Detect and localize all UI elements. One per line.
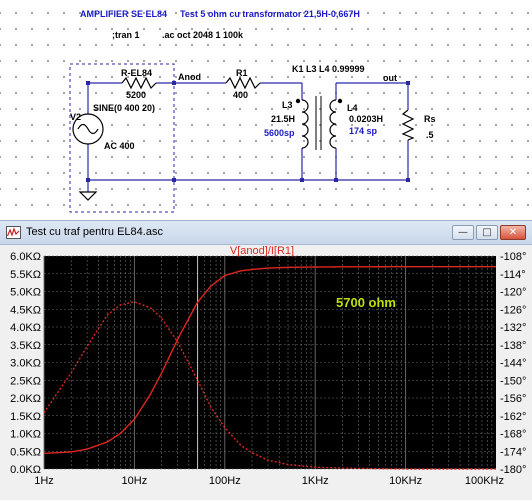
- y-left-tick-label: 4.0KΩ: [10, 322, 41, 334]
- ground-icon: [78, 191, 98, 201]
- window-title: Test cu traf pentru EL84.asc: [26, 226, 163, 238]
- r1-value: 400: [233, 90, 249, 100]
- l3-value: 21.5H: [271, 114, 296, 124]
- y-left-tick-label: 3.5KΩ: [10, 340, 41, 352]
- schematic-canvas[interactable]: AMPLIFIER SE EL84 Test 5 ohm cu transfor…: [0, 0, 532, 218]
- y-right-tick-label: -156°: [500, 393, 526, 405]
- window-titlebar[interactable]: Test cu traf pentru EL84.asc — □ ✕: [0, 221, 532, 245]
- inductor-l3-icon[interactable]: [295, 98, 309, 149]
- plot-area[interactable]: 0.0KΩ0.5KΩ1.0KΩ1.5KΩ2.0KΩ2.5KΩ3.0KΩ3.5KΩ…: [0, 245, 532, 501]
- y-left-tick-label: 2.5KΩ: [10, 375, 41, 387]
- coupling-directive[interactable]: K1 L3 L4 0.99999: [292, 64, 365, 74]
- close-button[interactable]: ✕: [500, 225, 526, 240]
- waveform-window[interactable]: Test cu traf pentru EL84.asc — □ ✕ 0.0KΩ…: [0, 220, 532, 500]
- y-right-tick-label: -144°: [500, 358, 526, 370]
- resistor-r-el84-icon[interactable]: [121, 76, 157, 90]
- x-tick-label: 10Hz: [122, 475, 148, 487]
- y-right-tick-label: -150°: [500, 375, 526, 387]
- y-right-tick-label: -162°: [500, 411, 526, 423]
- maximize-button[interactable]: □: [476, 225, 498, 240]
- y-left-tick-label: 4.5KΩ: [10, 304, 41, 316]
- net-label-out[interactable]: out: [383, 73, 397, 83]
- ac-directive[interactable]: .ac oct 2048 1 100k: [162, 30, 243, 40]
- y-left-tick-label: 3.0KΩ: [10, 358, 41, 370]
- rs-value: .5: [426, 130, 434, 140]
- y-left-tick-label: 0.5KΩ: [10, 446, 41, 458]
- transformer-core: [315, 96, 322, 150]
- y-left-tick-label: 5.5KΩ: [10, 269, 41, 281]
- y-right-tick-label: -126°: [500, 304, 526, 316]
- schematic-title[interactable]: AMPLIFIER SE EL84: [80, 9, 167, 19]
- net-label-anod[interactable]: Anod: [178, 72, 201, 82]
- y-left-tick-label: 6.0KΩ: [10, 251, 41, 263]
- x-tick-label: 100KHz: [465, 475, 504, 487]
- waveform-icon: [6, 226, 21, 239]
- test-note[interactable]: Test 5 ohm cu transformator 21,5H-0,667H: [180, 9, 360, 19]
- y-right-tick-label: -132°: [500, 322, 526, 334]
- y-right-tick-label: -114°: [500, 269, 526, 281]
- y-left-tick-label: 5.0KΩ: [10, 287, 41, 299]
- trace-label[interactable]: V[anod]/I[R1]: [230, 245, 294, 257]
- x-tick-label: 100Hz: [209, 475, 241, 487]
- y-left-tick-label: 1.0KΩ: [10, 429, 41, 441]
- v2-name: V2: [70, 112, 82, 122]
- minimize-button[interactable]: —: [452, 225, 474, 240]
- y-right-tick-label: -174°: [500, 446, 526, 458]
- x-tick-label: 1KHz: [302, 475, 329, 487]
- y-right-tick-label: -168°: [500, 429, 526, 441]
- l4-name: L4: [347, 103, 358, 113]
- tran-directive[interactable]: ;tran 1: [112, 30, 140, 40]
- resistor-rs-icon[interactable]: [401, 109, 415, 141]
- inductor-l4-icon[interactable]: [329, 98, 343, 149]
- y-right-tick-label: -108°: [500, 251, 526, 263]
- rs-name: Rs: [424, 114, 436, 124]
- l3-spec: 5600sp: [264, 128, 295, 138]
- plot-annotation[interactable]: 5700 ohm: [336, 295, 396, 310]
- r-el84-value: 5200: [126, 90, 147, 100]
- schematic-drawing: [69, 63, 415, 213]
- y-right-tick-label: -138°: [500, 340, 526, 352]
- y-left-tick-label: 1.5KΩ: [10, 411, 41, 423]
- y-left-tick-label: 2.0KΩ: [10, 393, 41, 405]
- r-el84-name: R-EL84: [121, 68, 153, 78]
- x-tick-label: 10KHz: [389, 475, 422, 487]
- r1-name: R1: [236, 68, 248, 78]
- resistor-r1-icon[interactable]: [225, 76, 261, 90]
- l4-value: 0.0203H: [349, 114, 384, 124]
- v2-sine: SINE(0 400 20): [93, 103, 156, 113]
- y-right-tick-label: -120°: [500, 287, 526, 299]
- x-tick-label: 1Hz: [34, 475, 54, 487]
- v2-ac: AC 400: [104, 141, 135, 151]
- l4-spec: 174 sp: [349, 126, 378, 136]
- l3-name: L3: [282, 100, 293, 110]
